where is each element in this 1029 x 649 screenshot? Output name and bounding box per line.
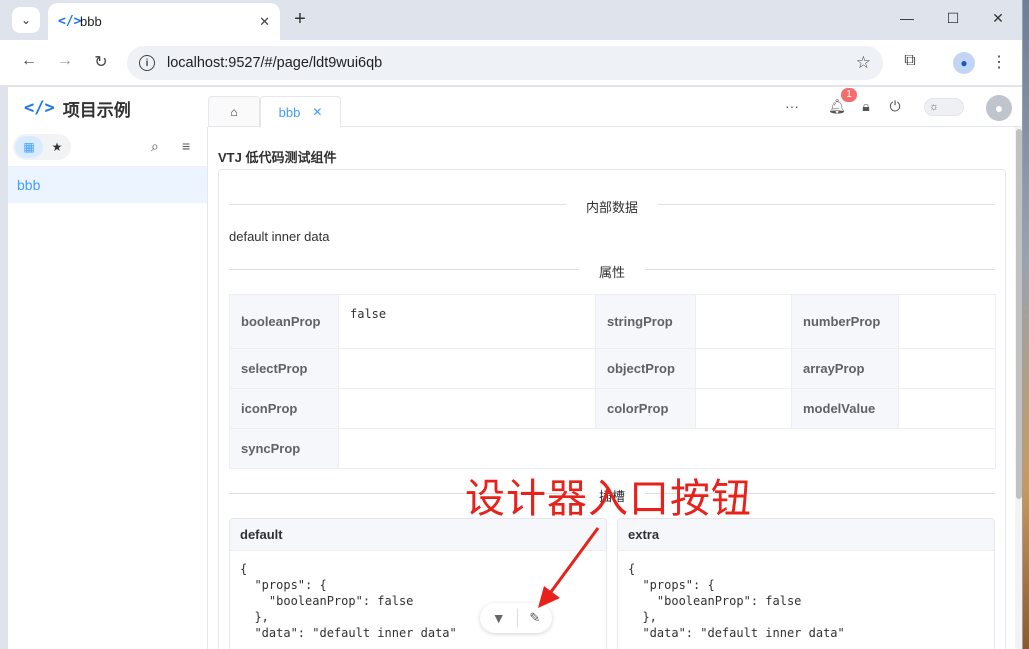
tab-bbb-label: bbb — [278, 104, 301, 120]
prop-value — [898, 388, 996, 429]
info-icon[interactable]: i — [139, 55, 155, 71]
search-icon[interactable]: ⌕ — [151, 138, 159, 155]
edit-pen-icon[interactable]: ✎ — [529, 610, 540, 626]
prop-label: colorProp — [595, 388, 696, 429]
prop-value — [898, 348, 996, 389]
prop-label: iconProp — [229, 388, 339, 429]
toolbar-separator — [516, 609, 518, 627]
table-row: booleanProp false stringProp numberProp — [229, 294, 996, 349]
table-row: syncProp — [229, 428, 996, 469]
notification-badge: 1 — [841, 88, 857, 102]
code-brackets-icon: </> — [58, 14, 82, 29]
component-card: 内部数据 default inner data 属性 booleanProp f… — [218, 169, 1006, 649]
tab-search-button[interactable]: ⌄ — [12, 7, 40, 33]
power-icon[interactable]: ⏻ — [885, 98, 905, 115]
prop-label: selectProp — [229, 348, 339, 389]
page-title: VTJ 低代码测试组件 — [218, 150, 337, 165]
back-button[interactable]: ← — [18, 52, 40, 70]
code-brackets-icon: </> — [24, 98, 55, 118]
prop-value — [338, 348, 596, 389]
grid-icon[interactable]: ▦ — [15, 136, 43, 158]
prop-label: objectProp — [595, 348, 696, 389]
prop-value — [338, 428, 996, 469]
sidebar-tools: ▦ ★ ⌕ ≡ — [8, 127, 207, 167]
divider-inner-data: 内部数据 — [229, 200, 995, 215]
scrollbar-thumb[interactable] — [1016, 129, 1022, 499]
designer-entry-toolbar: ▼ ✎ — [480, 603, 552, 633]
prop-label: modelValue — [791, 388, 899, 429]
inner-data-value: default inner data — [229, 229, 330, 244]
chevron-down-icon: ⌄ — [20, 13, 32, 27]
minimize-button[interactable]: — — [897, 10, 917, 26]
forward-button[interactable]: → — [54, 52, 76, 70]
annotation-label: 设计器入口按钮 — [465, 476, 752, 522]
section-title-inner-data: 内部数据 — [565, 200, 658, 215]
prop-label: arrayProp — [791, 348, 899, 389]
close-icon[interactable]: ✕ — [312, 105, 322, 119]
list-menu-icon[interactable]: ≡ — [182, 138, 190, 154]
section-title-props: 属性 — [578, 265, 645, 280]
browser-menu-icon[interactable]: ⋮ — [988, 52, 1010, 72]
star-icon[interactable]: ★ — [43, 140, 71, 154]
window-close-button[interactable]: ✕ — [988, 10, 1008, 27]
user-avatar[interactable]: ● — [986, 95, 1012, 121]
page-scrollbar[interactable] — [1015, 127, 1022, 649]
maximize-button[interactable]: ☐ — [943, 10, 963, 27]
main-content: VTJ 低代码测试组件 内部数据 default inner data 属性 b… — [209, 128, 1022, 649]
lock-icon[interactable]: 🔒︎ — [856, 98, 876, 115]
slot-code: { "props": { "booleanProp": false }, "da… — [240, 562, 457, 640]
props-table: booleanProp false stringProp numberProp … — [229, 294, 996, 469]
extensions-icon[interactable]: ⧉ — [899, 52, 921, 70]
url-text[interactable]: localhost:9527/#/page/ldt9wui6qb — [167, 55, 856, 71]
prop-value — [898, 294, 996, 349]
close-icon[interactable]: ✕ — [259, 14, 270, 30]
slot-card-default: default { "props": { "booleanProp": fals… — [229, 518, 607, 649]
app-page: </> 项目示例 ⌂ bbb ✕ ··· 🔔︎ 1 🔒︎ ⏻ ☼ ● ▦ ★ ⌕… — [8, 87, 1022, 649]
tab-bbb[interactable]: bbb ✕ — [260, 96, 341, 128]
sidebar-view-switch: ▦ ★ — [13, 134, 71, 160]
prop-label: numberProp — [791, 294, 899, 349]
slot-code: { "props": { "booleanProp": false }, "da… — [628, 562, 845, 640]
address-bar[interactable]: i localhost:9527/#/page/ldt9wui6qb ☆ — [127, 46, 883, 80]
browser-toolbar: ← → ↻ i localhost:9527/#/page/ldt9wui6qb… — [0, 40, 1022, 86]
prop-label: booleanProp — [229, 294, 339, 349]
reload-button[interactable]: ↻ — [90, 52, 112, 72]
home-icon: ⌂ — [230, 105, 238, 119]
divider-props: 属性 — [229, 265, 995, 280]
sun-icon: ☼ — [929, 101, 940, 113]
table-row: selectProp objectProp arrayProp — [229, 348, 996, 389]
app-logo: </> 项目示例 — [24, 96, 131, 120]
prop-value — [695, 294, 792, 349]
app-name: 项目示例 — [62, 100, 131, 120]
prop-label: syncProp — [229, 428, 339, 469]
vue-logo-icon[interactable]: ▼ — [492, 610, 506, 626]
tab-strip: ⌄ </> bbb ✕ + — ☐ ✕ — [0, 0, 1022, 40]
user-icon: ● — [994, 100, 1004, 116]
bookmark-star-icon[interactable]: ☆ — [856, 53, 871, 73]
profile-avatar[interactable]: ● — [953, 52, 975, 74]
theme-toggle[interactable]: ☼ — [924, 98, 964, 116]
more-icon[interactable]: ··· — [782, 98, 802, 114]
browser-tab-title: bbb — [80, 14, 102, 29]
browser-window: ⌄ </> bbb ✕ + — ☐ ✕ ← → ↻ i localhost:95… — [0, 0, 1023, 649]
prop-value — [338, 388, 596, 429]
sidebar-item-bbb[interactable]: bbb — [8, 167, 207, 203]
new-tab-button[interactable]: + — [290, 8, 310, 30]
prop-value: false — [338, 294, 596, 349]
sidebar: ▦ ★ ⌕ ≡ bbb — [8, 127, 208, 649]
table-row: iconProp colorProp modelValue — [229, 388, 996, 429]
prop-value — [695, 388, 792, 429]
prop-label: stringProp — [595, 294, 696, 349]
prop-value — [695, 348, 792, 389]
tab-home[interactable]: ⌂ — [208, 96, 260, 127]
slot-card-extra: extra { "props": { "booleanProp": false … — [617, 518, 995, 649]
browser-tab[interactable]: </> bbb ✕ — [48, 3, 280, 40]
